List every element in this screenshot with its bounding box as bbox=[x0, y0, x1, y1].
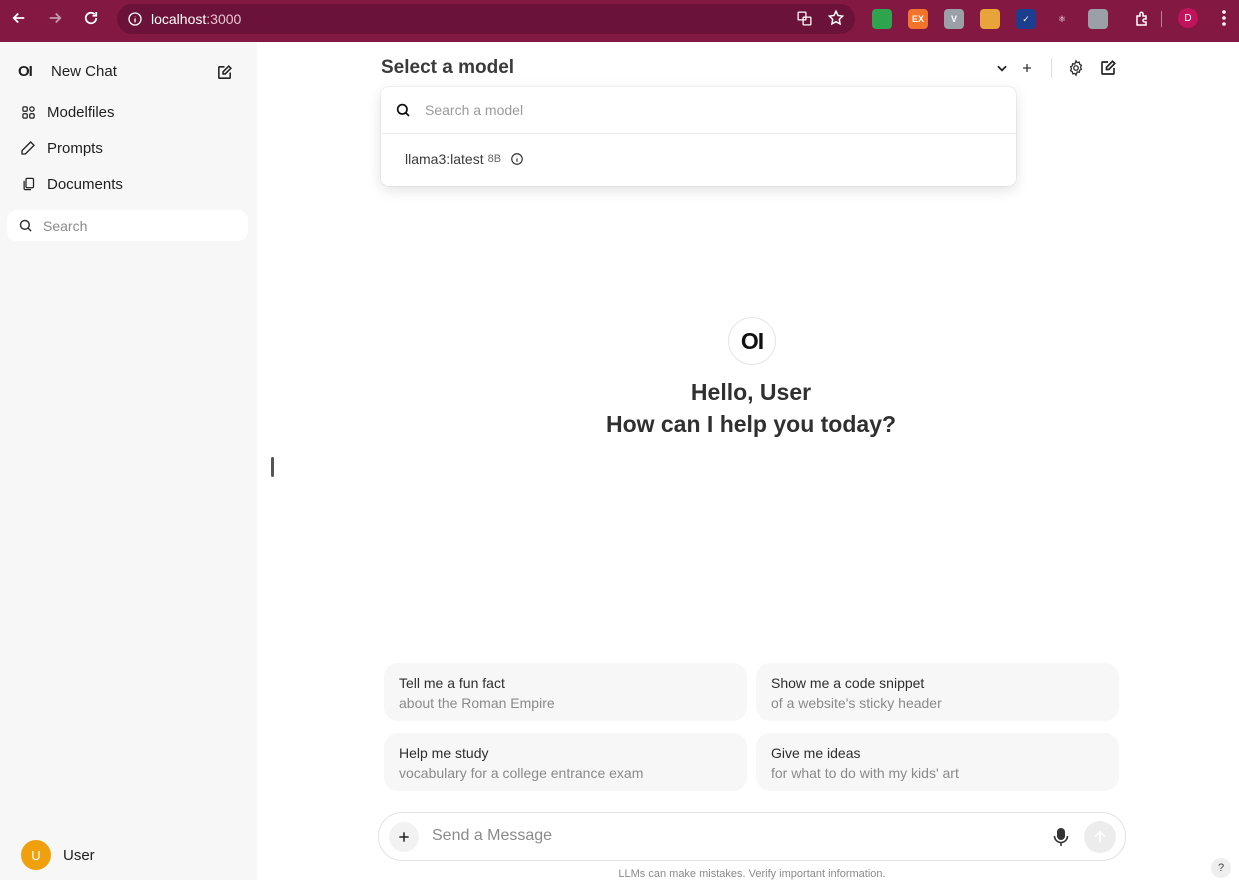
address-bar[interactable]: localhost:3000 bbox=[117, 4, 855, 34]
forward-arrow-icon[interactable] bbox=[37, 0, 73, 36]
user-menu[interactable]: U User bbox=[21, 840, 95, 870]
new-chat-header-icon[interactable] bbox=[1098, 58, 1118, 78]
hero-logo: OI bbox=[728, 317, 776, 365]
sidebar-resize-handle[interactable] bbox=[271, 457, 274, 477]
suggestion-title: Help me study bbox=[399, 745, 489, 761]
suggestion-subtitle: of a website's sticky header bbox=[771, 695, 942, 711]
header-divider bbox=[1051, 58, 1052, 78]
avatar: U bbox=[21, 840, 51, 870]
browser-menu-icon[interactable] bbox=[1214, 9, 1234, 29]
database-extension-icon[interactable] bbox=[1088, 9, 1108, 29]
extensions-puzzle-icon[interactable] bbox=[1134, 10, 1152, 28]
model-search[interactable] bbox=[381, 87, 1016, 134]
url-text: localhost:3000 bbox=[151, 11, 241, 27]
search-icon bbox=[381, 102, 425, 118]
send-button[interactable] bbox=[1084, 821, 1116, 853]
greeting-title: Hello, User bbox=[690, 379, 812, 405]
reload-icon[interactable] bbox=[73, 0, 109, 36]
suggestion-card[interactable]: Give me ideas for what to do with my kid… bbox=[756, 733, 1119, 791]
new-chat-label: New Chat bbox=[51, 63, 117, 80]
attach-plus-button[interactable] bbox=[389, 822, 419, 852]
app-logo: OI bbox=[18, 63, 33, 80]
suggestion-subtitle: for what to do with my kids' art bbox=[771, 765, 959, 781]
sidebar-item-label: Modelfiles bbox=[47, 103, 115, 121]
chevron-down-icon[interactable] bbox=[992, 58, 1012, 78]
profile-avatar[interactable]: D bbox=[1178, 8, 1198, 28]
message-input[interactable] bbox=[432, 827, 1032, 845]
grid-icon bbox=[18, 102, 38, 122]
react-extension-icon[interactable]: ⚛ bbox=[1052, 9, 1072, 29]
extensions-row: EX V ✓ ⚛ bbox=[872, 9, 1108, 29]
disclaimer-text: LLMs can make mistakes. Verify important… bbox=[618, 868, 886, 880]
vue-extension-icon[interactable]: V bbox=[944, 9, 964, 29]
sidebar-item-prompts[interactable]: Prompts bbox=[18, 138, 103, 158]
ex-extension-icon[interactable]: EX bbox=[908, 9, 928, 29]
sidebar-item-label: Prompts bbox=[47, 139, 103, 157]
new-chat-edit-icon[interactable] bbox=[216, 64, 234, 82]
model-dropdown: llama3:latest 8B bbox=[381, 87, 1016, 186]
back-arrow-icon[interactable] bbox=[1, 0, 37, 36]
pencil-icon bbox=[18, 138, 38, 158]
browser-toolbar: localhost:3000 EX V ✓ ⚛ D bbox=[0, 0, 1239, 42]
model-search-input[interactable] bbox=[425, 102, 985, 118]
url-port: :3000 bbox=[206, 11, 242, 27]
help-button[interactable]: ? bbox=[1211, 858, 1231, 878]
translate-icon[interactable] bbox=[795, 9, 813, 27]
sidebar-search[interactable] bbox=[7, 210, 248, 241]
color-extension-icon[interactable] bbox=[980, 9, 1000, 29]
sidebar: OI New Chat Modelfiles Prompts Documents… bbox=[0, 42, 257, 880]
greeting-subtitle: How can I help you today? bbox=[605, 411, 897, 437]
suggestion-subtitle: vocabulary for a college entrance exam bbox=[399, 765, 644, 781]
toolbar-divider bbox=[1161, 11, 1162, 27]
microphone-icon[interactable] bbox=[1053, 827, 1071, 847]
suggestion-title: Show me a code snippet bbox=[771, 675, 925, 691]
model-option[interactable]: llama3:latest 8B bbox=[405, 151, 524, 167]
settings-gear-icon[interactable] bbox=[1066, 58, 1086, 78]
url-host: localhost bbox=[151, 11, 207, 27]
check-extension-icon[interactable]: ✓ bbox=[1016, 9, 1036, 29]
suggestion-card[interactable]: Help me study vocabulary for a college e… bbox=[384, 733, 747, 791]
bookmark-star-icon[interactable] bbox=[827, 9, 845, 27]
info-icon[interactable] bbox=[510, 152, 524, 166]
new-chat-button[interactable]: OI New Chat bbox=[18, 63, 117, 80]
suggestion-subtitle: about the Roman Empire bbox=[399, 695, 555, 711]
model-size: 8B bbox=[487, 153, 502, 165]
sidebar-item-modelfiles[interactable]: Modelfiles bbox=[18, 102, 115, 122]
sidebar-item-label: Documents bbox=[47, 175, 123, 193]
sidebar-item-documents[interactable]: Documents bbox=[18, 174, 123, 194]
suggestion-title: Give me ideas bbox=[771, 745, 861, 761]
suggestion-card[interactable]: Show me a code snippet of a website's st… bbox=[756, 663, 1119, 721]
model-name: llama3:latest bbox=[405, 151, 484, 167]
suggestion-card[interactable]: Tell me a fun fact about the Roman Empir… bbox=[384, 663, 747, 721]
site-info-icon[interactable] bbox=[119, 11, 151, 27]
mail-extension-icon[interactable] bbox=[872, 9, 892, 29]
user-name: User bbox=[63, 846, 95, 864]
documents-icon bbox=[18, 174, 38, 194]
add-model-icon[interactable] bbox=[1017, 58, 1037, 78]
message-composer bbox=[378, 812, 1126, 861]
model-selector-title[interactable]: Select a model bbox=[381, 57, 514, 79]
suggestion-title: Tell me a fun fact bbox=[399, 675, 505, 691]
sidebar-search-input[interactable] bbox=[43, 217, 233, 234]
search-icon bbox=[7, 218, 43, 233]
